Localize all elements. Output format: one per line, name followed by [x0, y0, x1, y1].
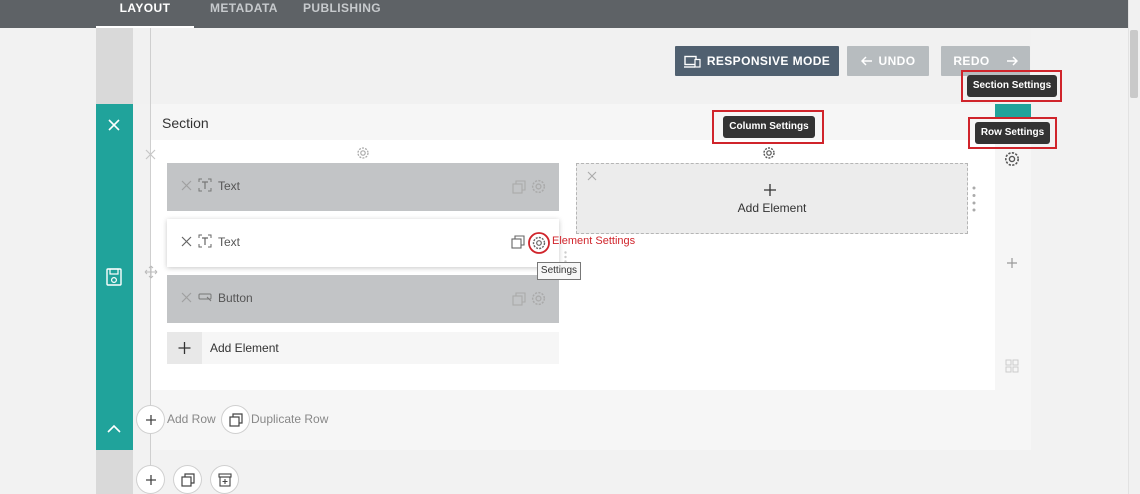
element-settings-icon[interactable] [528, 232, 550, 254]
duplicate-icon [180, 472, 195, 487]
settings-tooltip: Settings [537, 262, 581, 280]
add-row-button[interactable] [137, 406, 164, 433]
text-element-1[interactable]: Text [167, 163, 559, 211]
duplicate-element-icon[interactable] [512, 292, 526, 306]
responsive-icon [683, 55, 701, 68]
tab-metadata[interactable]: METADATA [210, 0, 278, 28]
remove-column-icon[interactable] [587, 171, 597, 181]
duplicate-icon [228, 412, 243, 427]
plus-icon[interactable] [763, 183, 777, 197]
add-row-label[interactable]: Add Row [167, 412, 216, 426]
tab-layout[interactable]: LAYOUT [96, 0, 194, 28]
arrow-right-icon [1006, 56, 1018, 66]
section-header [151, 104, 1031, 140]
duplicate-section-button[interactable] [174, 466, 201, 493]
section-settings-tooltip: Section Settings [967, 75, 1057, 97]
text-element-2[interactable]: Text [167, 219, 559, 267]
add-element-label[interactable]: Add Element [576, 201, 968, 215]
undo-label: UNDO [878, 54, 916, 68]
element-label: Button [218, 291, 253, 305]
button-element[interactable]: Button [167, 275, 559, 323]
element-label: Text [218, 179, 241, 193]
scrollbar-thumb[interactable] [1130, 30, 1138, 98]
column-1-settings-icon[interactable] [355, 145, 371, 161]
remove-element-icon[interactable] [181, 180, 192, 191]
archive-add-icon [217, 472, 232, 487]
remove-column-icon[interactable] [145, 149, 156, 160]
duplicate-row-button[interactable] [222, 406, 249, 433]
column-layout-icon[interactable] [1005, 359, 1019, 373]
plus-icon [145, 474, 157, 486]
duplicate-row-label[interactable]: Duplicate Row [251, 412, 328, 426]
row-settings-icon[interactable] [1003, 150, 1021, 168]
column-settings-tooltip: Column Settings [723, 116, 815, 138]
element-settings-annotation: Element Settings [552, 235, 636, 247]
element-settings-icon[interactable] [530, 290, 547, 307]
add-template-button[interactable] [211, 466, 238, 493]
duplicate-element-icon[interactable] [511, 235, 525, 249]
add-section-button[interactable] [137, 466, 164, 493]
element-settings-icon[interactable] [530, 178, 547, 195]
redo-label: REDO [953, 54, 990, 68]
tab-publishing[interactable]: PUBLISHING [303, 0, 381, 28]
collapse-section-icon[interactable] [106, 422, 122, 434]
remove-element-icon[interactable] [181, 236, 192, 247]
undo-button[interactable]: UNDO [847, 46, 929, 76]
section-settings-tab[interactable] [995, 104, 1031, 118]
close-section-icon[interactable] [106, 117, 122, 133]
remove-element-icon[interactable] [181, 292, 192, 303]
text-icon [198, 234, 212, 248]
text-icon [198, 178, 212, 192]
column-2-drop-zone[interactable] [576, 163, 968, 234]
add-column-icon[interactable] [1006, 257, 1018, 269]
column-resize-handle-icon[interactable] [972, 186, 976, 212]
duplicate-element-icon[interactable] [512, 180, 526, 194]
arrow-left-icon [860, 56, 873, 66]
row-settings-tooltip: Row Settings [975, 122, 1050, 144]
button-icon [198, 292, 213, 302]
column-2-settings-icon[interactable] [761, 145, 777, 161]
save-section-icon[interactable] [106, 268, 122, 286]
add-element-plus-box[interactable] [167, 332, 202, 364]
responsive-mode-label: RESPONSIVE MODE [706, 54, 831, 68]
plus-icon [145, 414, 157, 426]
move-row-icon[interactable] [144, 265, 158, 279]
section-title: Section [162, 115, 209, 131]
responsive-mode-button[interactable]: RESPONSIVE MODE [675, 46, 839, 76]
add-element-label[interactable]: Add Element [210, 341, 279, 355]
element-label: Text [218, 235, 241, 249]
